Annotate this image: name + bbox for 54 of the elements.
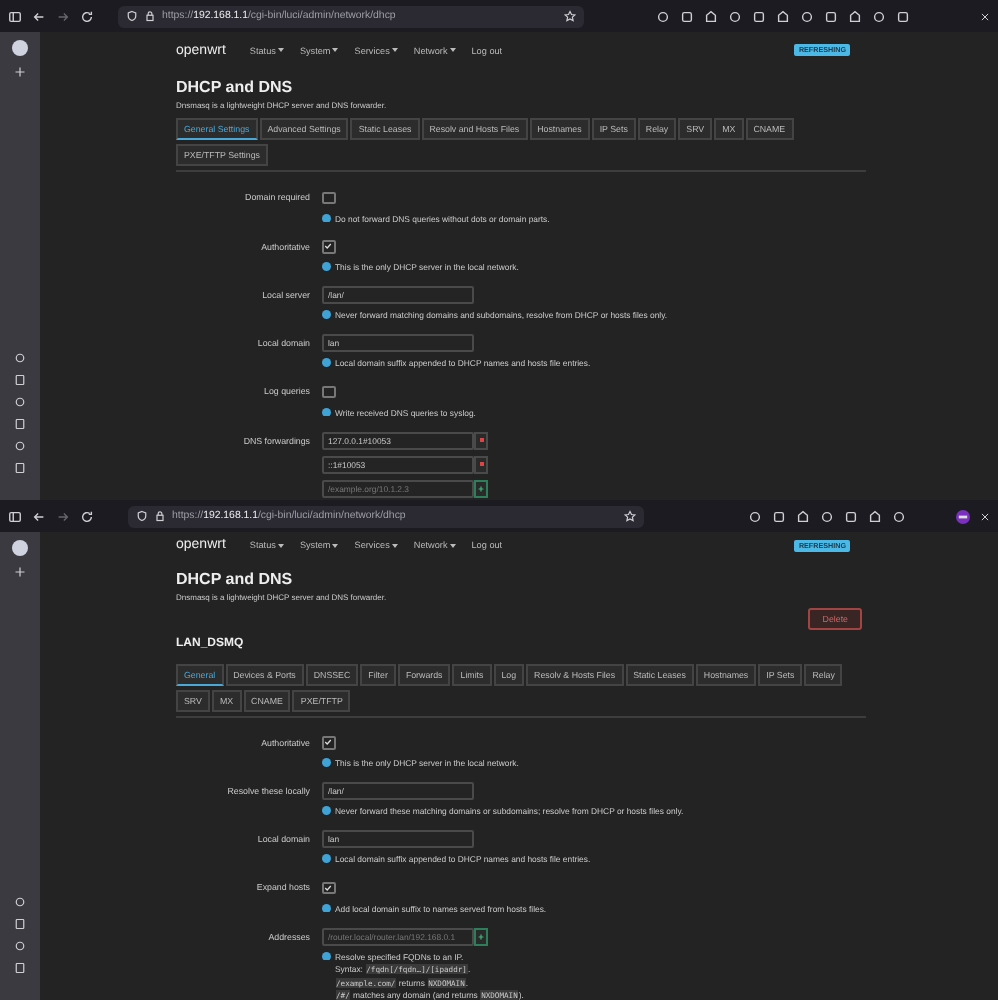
page-title: DHCP and DNS xyxy=(176,569,295,587)
close-icon[interactable] xyxy=(980,511,990,521)
checkbox[interactable] xyxy=(322,736,335,749)
help-icon xyxy=(322,407,331,417)
star-icon[interactable] xyxy=(564,10,576,22)
lock-icon[interactable] xyxy=(154,510,166,522)
reload-icon[interactable] xyxy=(80,509,94,523)
document-icon[interactable] xyxy=(14,374,26,386)
avatar-icon[interactable] xyxy=(956,509,970,523)
checkbox[interactable] xyxy=(322,881,335,894)
help-icon xyxy=(322,262,331,272)
caret-icon xyxy=(332,48,339,52)
forward-icon[interactable] xyxy=(56,509,70,523)
help-icon xyxy=(322,310,331,320)
remove-button[interactable] xyxy=(474,431,488,449)
square-icon[interactable] xyxy=(895,9,909,23)
help-icon xyxy=(322,358,331,368)
sidebar-icon[interactable] xyxy=(8,9,22,23)
document-icon[interactable] xyxy=(14,918,26,930)
caret-icon xyxy=(391,48,398,52)
caret-icon xyxy=(332,543,339,548)
add-button[interactable] xyxy=(474,927,488,945)
caret-icon xyxy=(277,48,284,52)
back-icon[interactable] xyxy=(32,509,46,523)
help-icon xyxy=(322,758,331,768)
help-icon xyxy=(322,903,331,913)
close-icon[interactable] xyxy=(980,11,990,21)
help-icon xyxy=(322,806,331,816)
remove-button[interactable] xyxy=(474,455,488,473)
lock-icon[interactable] xyxy=(144,10,156,22)
checkbox[interactable] xyxy=(322,191,335,204)
caret-icon xyxy=(449,543,456,548)
sidebar-icon[interactable] xyxy=(8,509,22,523)
help-icon xyxy=(322,213,331,223)
plus-icon xyxy=(478,485,484,491)
help-icon xyxy=(322,854,331,864)
help-icon xyxy=(322,951,331,961)
plus-icon xyxy=(478,933,484,939)
caret-icon xyxy=(277,543,284,548)
checkbox[interactable] xyxy=(322,385,335,398)
plus-icon[interactable] xyxy=(14,66,26,78)
star-icon[interactable] xyxy=(624,510,636,522)
circle-icon[interactable] xyxy=(12,40,28,56)
caret-icon xyxy=(449,48,456,52)
page-title: DHCP and DNS xyxy=(176,78,295,96)
reload-icon[interactable] xyxy=(80,9,94,23)
back-icon[interactable] xyxy=(32,9,46,23)
add-button[interactable] xyxy=(474,479,488,497)
circle-icon[interactable] xyxy=(12,540,28,556)
plus-icon[interactable] xyxy=(14,566,26,578)
checkbox[interactable] xyxy=(322,240,335,253)
caret-icon xyxy=(391,543,398,548)
forward-icon[interactable] xyxy=(56,9,70,23)
page-icon[interactable] xyxy=(14,418,26,430)
